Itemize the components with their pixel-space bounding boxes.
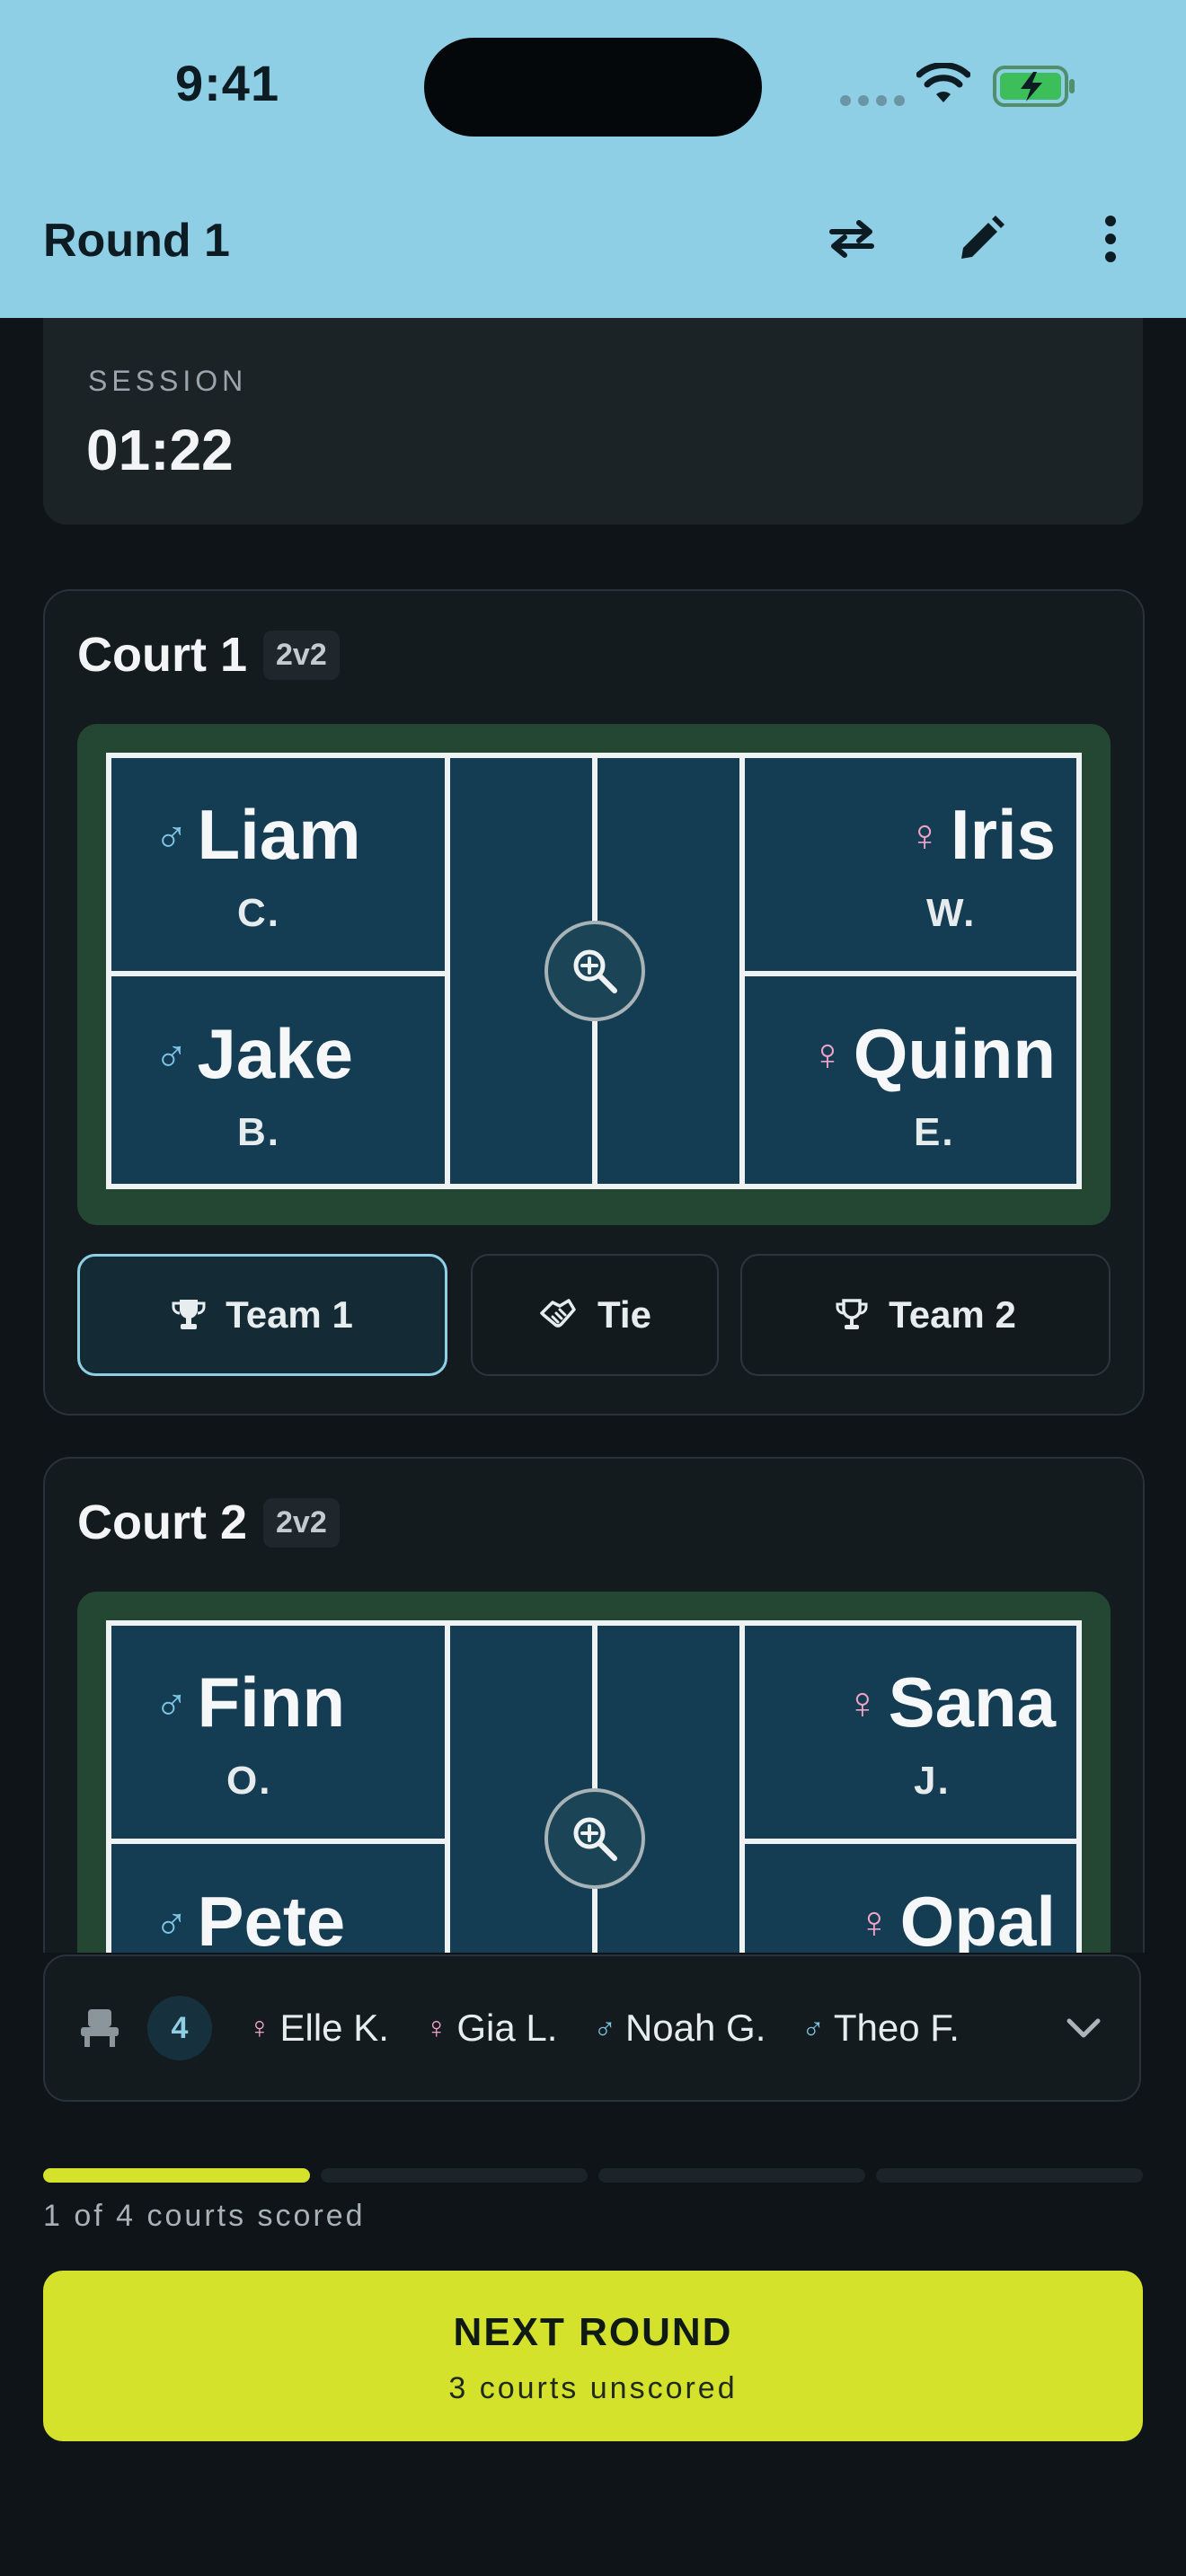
battery-charging-icon <box>993 66 1075 107</box>
signal-icon <box>840 95 905 106</box>
session-label: SESSION <box>88 365 248 397</box>
trophy-outline-icon <box>836 1299 868 1329</box>
court-name: Court 1 <box>77 628 247 682</box>
team1-win-label: Team 1 <box>226 1293 353 1336</box>
zoom-in-icon <box>573 949 617 993</box>
player-name: Jake <box>197 1014 354 1093</box>
next-round-subtitle: 3 courts unscored <box>448 2371 738 2405</box>
progress-segment <box>43 2168 310 2183</box>
scoring-progress <box>43 2168 1143 2184</box>
dynamic-island <box>424 38 762 137</box>
court-format-badge: 2v2 <box>263 1497 340 1548</box>
bench-seat-icon <box>81 2009 119 2047</box>
bench-player-name: Theo F. <box>833 2007 960 2049</box>
bench-bar[interactable]: 4 ♀ Elle K. ♀ Gia L. ♂ Noah G. ♂ Theo F. <box>43 1954 1141 2102</box>
status-time: 9:41 <box>175 55 280 111</box>
player-initial: J. <box>914 1759 951 1803</box>
player-initial: B. <box>237 1110 280 1154</box>
bench-player-chip[interactable]: ♀ Gia L. <box>425 2007 558 2050</box>
player-name: Iris <box>950 795 1056 874</box>
next-round-title: NEXT ROUND <box>453 2310 733 2354</box>
player-name: Pete <box>197 1882 346 1961</box>
swap-button[interactable] <box>825 212 879 266</box>
tie-label: Tie <box>597 1293 651 1336</box>
player-slot[interactable]: ♂ Liam C. <box>111 758 444 974</box>
team1-win-button[interactable]: Team 1 <box>77 1254 447 1376</box>
male-icon: ♂ <box>155 809 189 860</box>
player-name: Sana <box>888 1663 1056 1742</box>
female-icon: ♀ <box>857 1896 891 1947</box>
bench-player-name: Noah G. <box>624 2007 766 2049</box>
team2-win-button[interactable]: Team 2 <box>740 1254 1111 1376</box>
male-icon: ♂ <box>155 1028 189 1080</box>
progress-label: 1 of 4 courts scored <box>43 2199 366 2233</box>
more-vertical-icon <box>1105 216 1116 262</box>
bench-player-name: Gia L. <box>456 2007 558 2049</box>
bench-player-name: Elle K. <box>279 2007 389 2049</box>
male-icon: ♂ <box>155 1896 189 1947</box>
player-slot[interactable]: ♀ Quinn E. <box>745 977 1077 1193</box>
player-slot[interactable]: ♀ Sana J. <box>745 1626 1077 1841</box>
edit-icon <box>961 216 1005 259</box>
bench-count-badge: 4 <box>147 1996 212 2060</box>
bench-player-chip[interactable]: ♂ Noah G. <box>593 2007 766 2050</box>
progress-segment <box>321 2168 588 2183</box>
zoom-in-icon <box>573 1817 617 1861</box>
more-options-button[interactable] <box>1084 212 1137 266</box>
player-slot[interactable]: ♂ Finn O. <box>111 1626 444 1841</box>
trophy-icon <box>172 1300 206 1329</box>
next-round-button[interactable]: NEXT ROUND 3 courts unscored <box>43 2271 1143 2441</box>
tie-button[interactable]: Tie <box>471 1254 719 1376</box>
player-initial: O. <box>226 1759 272 1803</box>
female-icon: ♀ <box>810 1028 845 1080</box>
player-name: Finn <box>197 1663 346 1742</box>
progress-segment <box>598 2168 865 2183</box>
player-slot[interactable]: ♂ Jake B. <box>111 977 444 1193</box>
court-card-1: Court 1 2v2 ♂ Liam C. ♂ Jake B. ♀ Iris W. ♀… <box>43 589 1145 1416</box>
zoom-court-button[interactable] <box>544 921 645 1021</box>
bench-player-chip[interactable]: ♀ Elle K. <box>248 2007 389 2050</box>
handshake-icon <box>540 1299 576 1328</box>
female-icon: ♀ <box>248 2010 271 2045</box>
session-timer: 01:22 <box>86 418 234 482</box>
court-format-badge: 2v2 <box>263 630 340 680</box>
female-icon: ♀ <box>907 809 942 860</box>
page-title: Round 1 <box>43 215 230 267</box>
bench-player-chip[interactable]: ♂ Theo F. <box>801 2007 960 2050</box>
session-card: SESSION 01:22 <box>43 318 1143 525</box>
edit-button[interactable] <box>954 212 1008 266</box>
player-name: Opal <box>899 1882 1056 1961</box>
player-initial: W. <box>926 891 977 935</box>
male-icon: ♂ <box>801 2010 825 2045</box>
court-diagram: ♂ Liam C. ♂ Jake B. ♀ Iris W. ♀ Quinn E. <box>77 724 1111 1225</box>
swap-icon <box>829 220 874 258</box>
player-name: Quinn <box>853 1014 1056 1093</box>
progress-segment <box>876 2168 1143 2183</box>
top-bar: 9:41 Round 1 <box>0 0 1186 318</box>
female-icon: ♀ <box>424 2010 448 2045</box>
female-icon: ♀ <box>845 1677 880 1728</box>
player-slot[interactable]: ♀ Iris W. <box>745 758 1077 974</box>
chevron-down-icon[interactable] <box>1064 2003 1103 2053</box>
court-name: Court 2 <box>77 1495 247 1549</box>
male-icon: ♂ <box>155 1677 189 1728</box>
result-buttons: Team 1 Tie Team 2 <box>77 1254 1111 1376</box>
wifi-icon <box>916 63 970 102</box>
zoom-court-button[interactable] <box>544 1788 645 1889</box>
team2-win-label: Team 2 <box>889 1293 1016 1336</box>
male-icon: ♂ <box>593 2010 616 2045</box>
player-initial: C. <box>237 891 280 935</box>
player-initial: E. <box>914 1110 955 1154</box>
player-name: Liam <box>197 795 361 874</box>
